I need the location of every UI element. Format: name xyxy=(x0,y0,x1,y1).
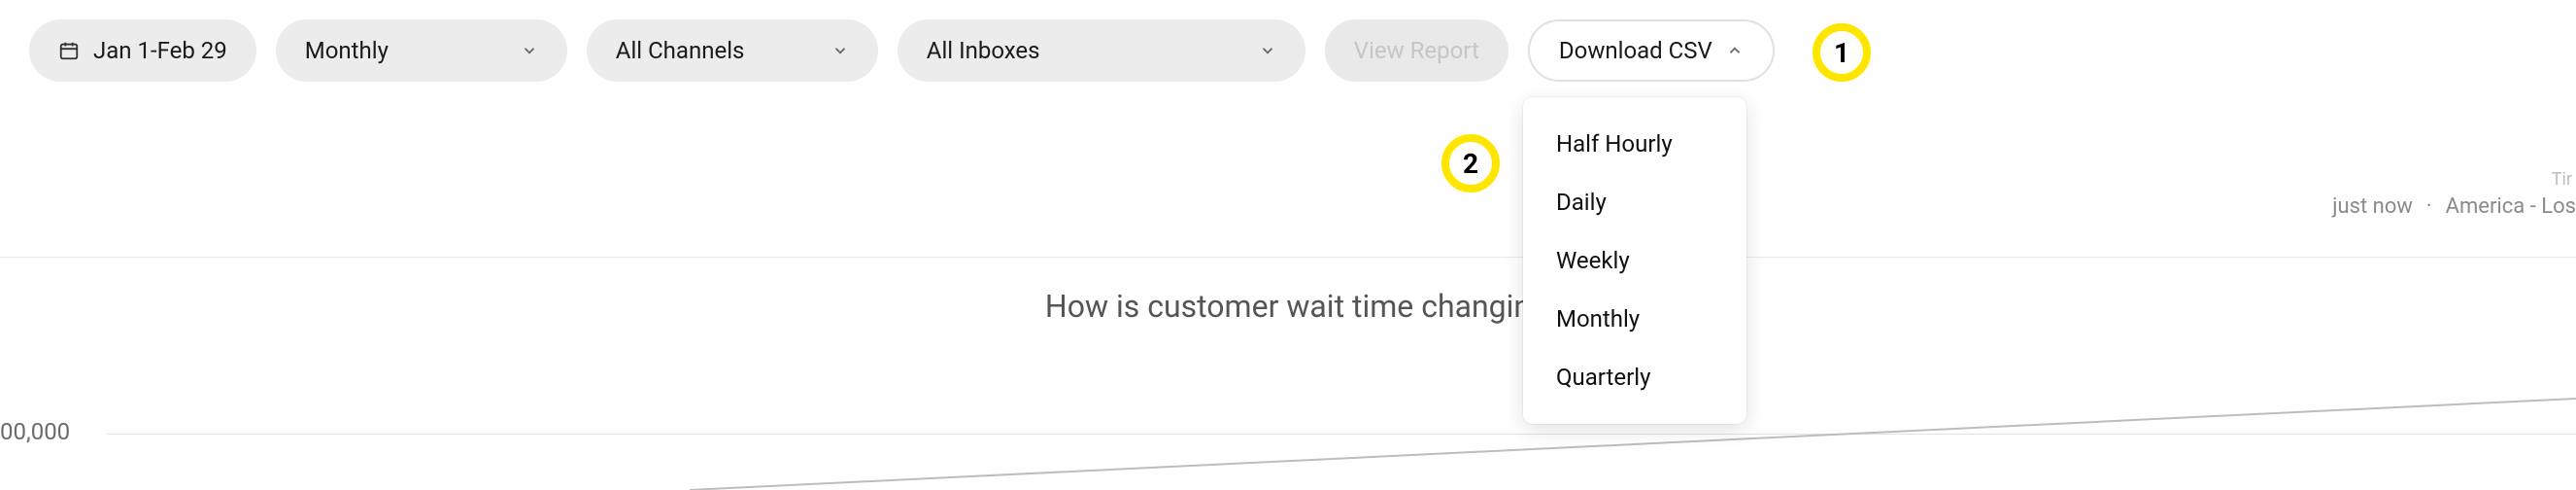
menu-item-label: Quarterly xyxy=(1556,364,1650,391)
menu-item-half-hourly[interactable]: Half Hourly xyxy=(1523,115,1746,173)
download-csv-menu: Half Hourly Daily Weekly Monthly Quarter… xyxy=(1523,97,1746,424)
chevron-down-icon xyxy=(831,42,849,59)
divider xyxy=(0,257,2576,258)
download-csv-label: Download CSV xyxy=(1559,37,1712,64)
updated-label: just now xyxy=(2332,194,2413,219)
chart-line xyxy=(107,369,2576,490)
menu-item-quarterly[interactable]: Quarterly xyxy=(1523,348,1746,406)
menu-item-label: Weekly xyxy=(1556,247,1630,274)
menu-item-weekly[interactable]: Weekly xyxy=(1523,231,1746,290)
menu-item-daily[interactable]: Daily xyxy=(1523,173,1746,231)
annotation-2-text: 2 xyxy=(1463,148,1478,180)
date-range-picker[interactable]: Jan 1-Feb 29 xyxy=(29,19,256,82)
toolbar: Jan 1-Feb 29 Monthly All Channels All In… xyxy=(0,0,2576,82)
granularity-select[interactable]: Monthly xyxy=(276,19,567,82)
chart-title: How is customer wait time changin xyxy=(1045,288,1531,325)
menu-item-label: Monthly xyxy=(1556,305,1640,332)
y-tick-label: 00,000 xyxy=(0,418,70,445)
channels-label: All Channels xyxy=(616,37,745,64)
chevron-down-icon xyxy=(521,42,538,59)
view-report-label: View Report xyxy=(1354,37,1479,64)
download-csv-button[interactable]: Download CSV xyxy=(1528,19,1775,82)
view-report-button: View Report xyxy=(1325,19,1508,82)
meta-info: Tir just now · America - Los xyxy=(2332,194,2576,219)
date-range-label: Jan 1-Feb 29 xyxy=(93,37,227,64)
meta-separator: · xyxy=(2426,194,2432,219)
inboxes-select[interactable]: All Inboxes xyxy=(898,19,1305,82)
menu-item-label: Daily xyxy=(1556,189,1607,216)
calendar-icon xyxy=(58,40,80,61)
meta-partial-label: Tir xyxy=(2552,169,2572,190)
menu-item-label: Half Hourly xyxy=(1556,130,1673,158)
annotation-badge-2: 2 xyxy=(1441,134,1500,192)
chevron-down-icon xyxy=(1259,42,1276,59)
annotation-1-text: 1 xyxy=(1834,37,1849,69)
channels-select[interactable]: All Channels xyxy=(587,19,878,82)
annotation-badge-1: 1 xyxy=(1813,23,1871,82)
chevron-up-icon xyxy=(1726,42,1744,59)
granularity-label: Monthly xyxy=(305,37,389,64)
menu-item-monthly[interactable]: Monthly xyxy=(1523,290,1746,348)
inboxes-label: All Inboxes xyxy=(927,37,1040,64)
timezone-label: America - Los xyxy=(2446,194,2576,219)
